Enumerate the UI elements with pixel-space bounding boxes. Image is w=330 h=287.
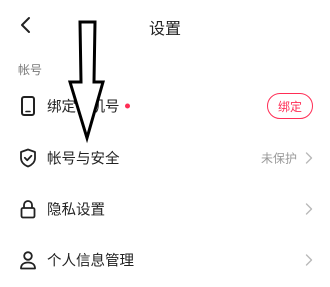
lock-icon	[18, 199, 38, 219]
personal-info-label: 个人信息管理	[47, 253, 134, 270]
row-label: 绑定手机号	[47, 96, 130, 117]
red-dot-badge	[124, 103, 130, 108]
chevron-right-icon	[305, 254, 313, 266]
privacy-settings-label: 隐私设置	[47, 202, 105, 219]
row-privacy-settings[interactable]: 隐私设置	[0, 184, 330, 234]
header: 设置	[0, 0, 330, 50]
bind-phone-label: 绑定手机号	[47, 99, 120, 116]
row-personal-info[interactable]: 个人信息管理	[0, 235, 330, 285]
page-title: 设置	[148, 19, 181, 38]
account-security-label: 帐号与安全	[47, 151, 120, 168]
user-icon	[18, 250, 38, 270]
protection-status: 未保护	[260, 151, 297, 166]
row-bind-phone[interactable]: 绑定手机号 绑定	[0, 81, 330, 131]
phone-icon	[18, 96, 38, 116]
chevron-right-icon	[305, 203, 313, 215]
shield-check-icon	[18, 148, 38, 168]
chevron-right-icon	[305, 152, 313, 164]
settings-page: 设置 帐号 绑定手机号 绑定 帐号与安全 未保护 隐私设置 个人信息管理	[0, 0, 330, 287]
section-label-account: 帐号	[18, 63, 43, 77]
bind-button[interactable]: 绑定	[267, 93, 313, 119]
row-account-security[interactable]: 帐号与安全 未保护	[0, 133, 330, 183]
